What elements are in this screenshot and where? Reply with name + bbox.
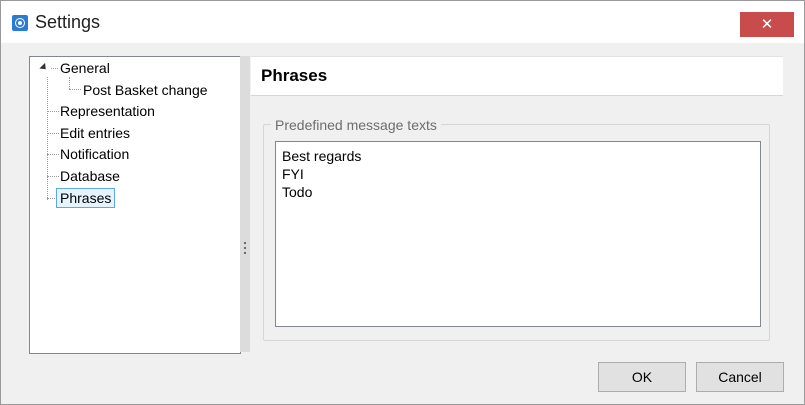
tree-connector <box>47 154 59 155</box>
tree-item-edit-entries[interactable]: Edit entries <box>60 123 130 143</box>
tree-connector <box>47 198 55 199</box>
tree-connector <box>47 133 59 134</box>
tree-item-general[interactable]: General <box>60 58 110 78</box>
settings-dialog: Settings ✕ General Post Basket change Re… <box>0 0 805 405</box>
tree-connector <box>47 176 59 177</box>
content-header: Phrases <box>251 56 783 96</box>
list-item[interactable]: Best regards <box>282 147 361 165</box>
cancel-button[interactable]: Cancel <box>696 362 784 392</box>
app-logo-icon <box>12 15 28 31</box>
group-label: Predefined message texts <box>271 117 441 133</box>
ok-button[interactable]: OK <box>598 362 686 392</box>
tree-connector <box>51 68 58 69</box>
panel-splitter[interactable] <box>240 56 250 352</box>
tree-item-database[interactable]: Database <box>60 166 120 186</box>
grip-dot <box>244 252 246 254</box>
list-item[interactable]: FYI <box>282 165 304 183</box>
grip-dot <box>244 242 246 244</box>
tree-connector <box>69 89 81 90</box>
phrases-list[interactable]: Best regards FYI Todo <box>275 141 761 327</box>
tree-item-phrases[interactable]: Phrases <box>56 188 116 208</box>
collapse-triangle-icon[interactable] <box>39 62 49 73</box>
tree-item-notification[interactable]: Notification <box>60 144 129 164</box>
title-bar[interactable]: Settings ✕ <box>1 1 804 43</box>
close-button[interactable]: ✕ <box>740 12 794 37</box>
page-title: Phrases <box>261 66 328 85</box>
settings-tree[interactable]: General Post Basket change Representatio… <box>29 56 241 354</box>
list-item[interactable]: Todo <box>282 183 312 201</box>
tree-item-representation[interactable]: Representation <box>60 101 155 121</box>
window-title: Settings <box>35 12 101 32</box>
tree-connector <box>69 77 70 89</box>
tree-connector <box>47 77 48 200</box>
grip-dot <box>244 247 246 249</box>
tree-item-post-basket-change[interactable]: Post Basket change <box>83 80 208 100</box>
tree-connector <box>47 111 59 112</box>
